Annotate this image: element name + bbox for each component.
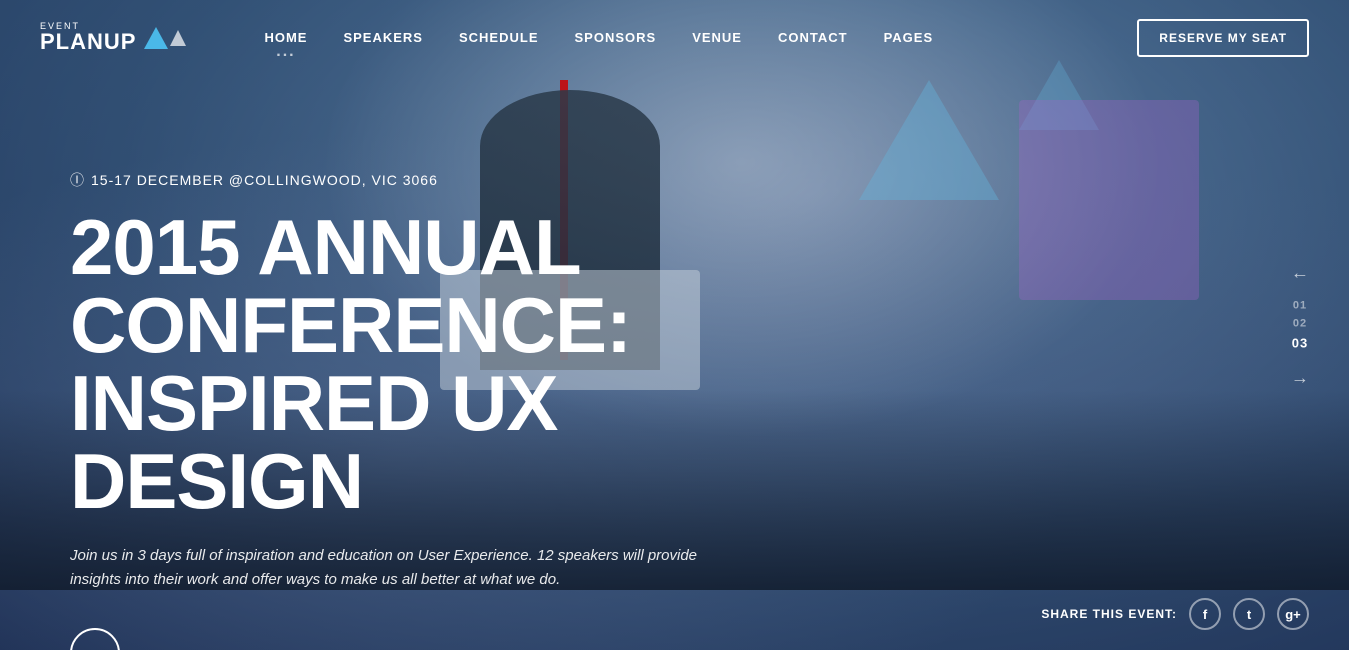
hero-description: Join us in 3 days full of inspiration an… bbox=[70, 544, 750, 592]
google-plus-icon: g+ bbox=[1285, 607, 1301, 622]
reserve-seat-button[interactable]: RESERVE MY SEAT bbox=[1137, 19, 1309, 57]
nav-item-schedule[interactable]: SCHEDULE bbox=[441, 0, 557, 75]
slide-prev-button[interactable]: ← bbox=[1291, 264, 1309, 282]
arrow-right-icon: → bbox=[85, 642, 105, 650]
hero-section: EVENT PLANUP HOME ... SPEAKERS SCHEDULE … bbox=[0, 0, 1349, 650]
nav-item-venue[interactable]: VENUE bbox=[674, 0, 760, 75]
facebook-share-button[interactable]: f bbox=[1189, 598, 1221, 630]
nav-item-sponsors[interactable]: SPONSORS bbox=[557, 0, 675, 75]
event-location: ⓘ 15-17 DECEMBER @COLLINGWOOD, VIC 3066 bbox=[70, 170, 830, 190]
slide-numbers: 01 02 03 bbox=[1292, 300, 1308, 351]
rectangle-decoration bbox=[1019, 100, 1199, 300]
twitter-share-button[interactable]: t bbox=[1233, 598, 1265, 630]
triangle-outline-icon bbox=[170, 30, 186, 46]
nav-item-contact[interactable]: CONTACT bbox=[760, 0, 866, 75]
logo[interactable]: EVENT PLANUP bbox=[40, 22, 186, 53]
navbar: EVENT PLANUP HOME ... SPEAKERS SCHEDULE … bbox=[0, 0, 1349, 75]
triangle-decoration-1 bbox=[859, 80, 999, 200]
slide-num-2[interactable]: 02 bbox=[1293, 318, 1307, 330]
slide-next-button[interactable]: → bbox=[1291, 369, 1309, 387]
share-bar: SHARE THIS EVENT: f t g+ bbox=[1041, 598, 1309, 630]
triangle-blue-icon bbox=[144, 27, 168, 49]
home-dots: ... bbox=[276, 43, 295, 61]
hero-arrow-button[interactable]: → bbox=[70, 628, 120, 650]
twitter-icon: t bbox=[1247, 607, 1251, 622]
nav-item-pages[interactable]: PAGES bbox=[866, 0, 952, 75]
google-plus-share-button[interactable]: g+ bbox=[1277, 598, 1309, 630]
slide-num-3-active[interactable]: 03 bbox=[1292, 336, 1308, 351]
nav-item-speakers[interactable]: SPEAKERS bbox=[325, 0, 441, 75]
logo-planup-text: PLANUP bbox=[40, 31, 136, 53]
hero-content: ⓘ 15-17 DECEMBER @COLLINGWOOD, VIC 3066 … bbox=[70, 170, 830, 650]
facebook-icon: f bbox=[1203, 607, 1207, 622]
share-label: SHARE THIS EVENT: bbox=[1041, 607, 1177, 621]
logo-triangles bbox=[144, 27, 186, 49]
hero-title: 2015 ANNUAL CONFERENCE: INSPIRED UX DESI… bbox=[70, 208, 830, 520]
slide-num-1[interactable]: 01 bbox=[1293, 300, 1307, 312]
nav-item-home[interactable]: HOME ... bbox=[246, 0, 325, 75]
slide-navigation: ← 01 02 03 → bbox=[1291, 264, 1309, 387]
location-pin-icon: ⓘ bbox=[70, 170, 85, 190]
